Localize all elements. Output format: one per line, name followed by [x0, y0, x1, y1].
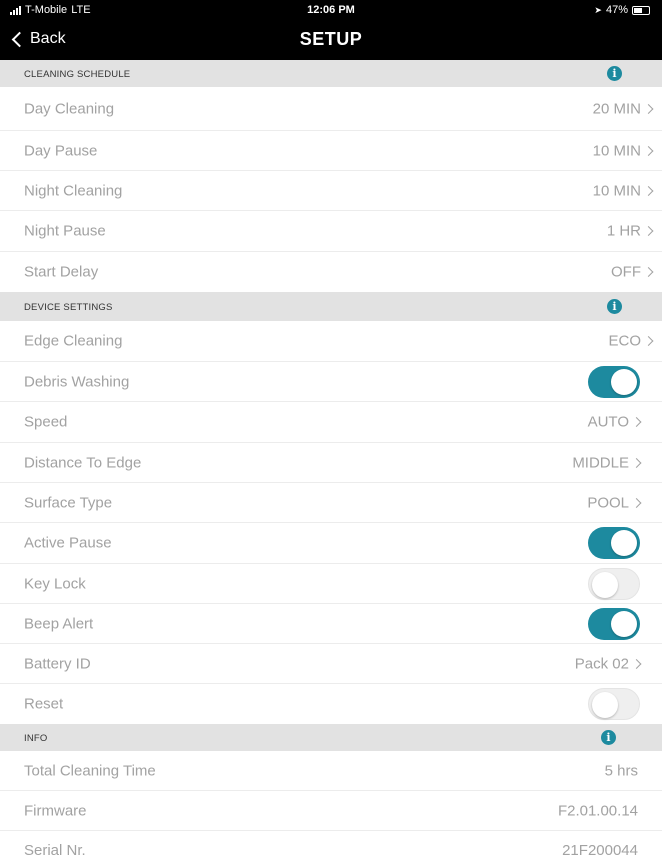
row-day-cleaning[interactable]: Day Cleaning 20 MIN [0, 87, 662, 131]
value-text: Pack 02 [574, 655, 629, 672]
row-label: Beep Alert [24, 615, 94, 632]
row-value: 21F200044 [562, 842, 638, 859]
section-label: CLEANING SCHEDULE [24, 69, 131, 80]
row-total-cleaning-time: Total Cleaning Time 5 hrs [0, 751, 662, 791]
row-serial: Serial Nr. 21F200044 [0, 831, 662, 859]
row-label: Night Cleaning [24, 182, 123, 199]
row-surface-type[interactable]: Surface Type POOL [0, 483, 662, 523]
beep-alert-toggle[interactable] [588, 607, 640, 640]
chevron-right-icon [643, 103, 654, 114]
value-text: AUTO [587, 413, 629, 431]
row-value: OFF [611, 263, 654, 281]
row-beep-alert: Beep Alert [0, 604, 662, 644]
value-text: 10 MIN [592, 142, 641, 159]
value-text: 1 HR [606, 222, 641, 240]
value-text: 20 MIN [592, 100, 641, 117]
row-debris-washing: Debris Washing [0, 362, 662, 402]
info-icon[interactable]: i [601, 730, 616, 745]
row-night-pause[interactable]: Night Pause 1 HR [0, 211, 662, 252]
info-icon[interactable]: i [607, 299, 622, 314]
section-cleaning-schedule: CLEANING SCHEDULE i [0, 60, 662, 87]
chevron-right-icon [631, 417, 642, 427]
row-active-pause: Active Pause [0, 523, 662, 564]
chevron-right-icon [643, 185, 654, 196]
toggle-knob [611, 530, 637, 556]
section-label: INFO [24, 733, 48, 744]
row-label: Serial Nr. [24, 842, 86, 859]
battery-icon [632, 5, 650, 15]
row-label: Surface Type [24, 494, 113, 511]
chevron-right-icon [643, 226, 654, 236]
row-label: Key Lock [24, 575, 86, 592]
chevron-right-icon [631, 497, 642, 508]
row-label: Total Cleaning Time [24, 762, 156, 779]
row-speed[interactable]: Speed AUTO [0, 402, 662, 443]
toggle-knob [611, 610, 637, 637]
row-day-pause[interactable]: Day Pause 10 MIN [0, 131, 662, 171]
nav-bar: Back SETUP [0, 20, 662, 60]
row-value: 10 MIN [592, 182, 654, 199]
row-value: 5 hrs [604, 762, 638, 779]
key-lock-toggle[interactable] [588, 567, 640, 600]
row-label: Edge Cleaning [24, 332, 123, 350]
row-value: AUTO [587, 413, 642, 431]
value-text: 10 MIN [592, 182, 641, 199]
row-firmware: Firmware F2.01.00.14 [0, 791, 662, 831]
chevron-right-icon [643, 336, 654, 346]
clock: 12:06 PM [307, 4, 355, 16]
row-value: MIDDLE [572, 454, 642, 471]
row-label: Debris Washing [24, 373, 130, 390]
toggle-knob [592, 692, 618, 718]
reset-toggle[interactable] [588, 688, 640, 720]
row-label: Active Pause [24, 534, 112, 552]
chevron-right-icon [643, 267, 654, 277]
page-title: SETUP [299, 29, 363, 49]
row-distance-to-edge[interactable]: Distance To Edge MIDDLE [0, 443, 662, 483]
row-label: Night Pause [24, 222, 106, 240]
toggle-knob [592, 571, 618, 598]
chevron-right-icon [631, 457, 642, 468]
row-value: ECO [608, 332, 654, 350]
status-bar: T-Mobile LTE 12:06 PM ➤ 47% [0, 0, 662, 20]
section-label: DEVICE SETTINGS [24, 302, 113, 313]
row-edge-cleaning[interactable]: Edge Cleaning ECO [0, 321, 662, 362]
value-text: MIDDLE [572, 454, 629, 471]
section-device-settings: DEVICE SETTINGS i [0, 292, 662, 321]
battery-percent: 47% [605, 4, 628, 16]
row-label: Day Cleaning [24, 100, 115, 117]
row-value: Pack 02 [574, 655, 642, 672]
row-label: Speed [24, 413, 68, 431]
section-info: INFO i [0, 724, 662, 751]
row-label: Battery ID [24, 655, 91, 672]
active-pause-toggle[interactable] [588, 527, 640, 559]
row-value: POOL [587, 494, 642, 511]
row-label: Distance To Edge [24, 454, 142, 471]
row-label: Reset [24, 695, 64, 713]
row-label: Day Pause [24, 142, 98, 159]
row-value: 10 MIN [592, 142, 654, 159]
row-value: 1 HR [606, 222, 654, 240]
value-text: POOL [587, 494, 629, 511]
row-label: Firmware [24, 802, 87, 819]
row-reset: Reset [0, 684, 662, 724]
value-text: ECO [608, 332, 641, 350]
row-value: F2.01.00.14 [557, 802, 638, 819]
row-key-lock: Key Lock [0, 564, 662, 604]
row-start-delay[interactable]: Start Delay OFF [0, 252, 662, 292]
chevron-right-icon [631, 658, 642, 669]
row-value: 20 MIN [592, 100, 654, 117]
value-text: OFF [611, 263, 641, 281]
row-night-cleaning[interactable]: Night Cleaning 10 MIN [0, 171, 662, 211]
debris-washing-toggle[interactable] [588, 365, 640, 398]
status-right: ➤ 47% [594, 4, 650, 16]
toggle-knob [611, 368, 637, 395]
location-icon: ➤ [594, 4, 602, 15]
chevron-right-icon [643, 145, 654, 156]
row-label: Start Delay [24, 263, 99, 281]
row-battery-id[interactable]: Battery ID Pack 02 [0, 644, 662, 684]
info-icon[interactable]: i [607, 66, 622, 81]
